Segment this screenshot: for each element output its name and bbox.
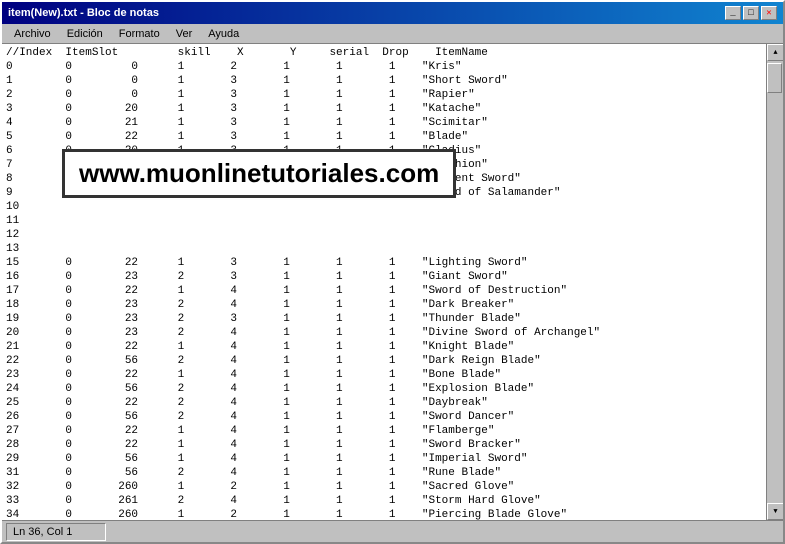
minimize-button[interactable]: _ bbox=[725, 6, 741, 20]
scroll-thumb[interactable] bbox=[767, 63, 782, 93]
menu-ayuda[interactable]: Ayuda bbox=[200, 26, 247, 42]
scrollbar[interactable]: ▲ ▼ bbox=[766, 44, 783, 520]
menu-archivo[interactable]: Archivo bbox=[6, 26, 59, 42]
watermark-text: www.muonlinetutoriales.com bbox=[79, 158, 439, 188]
status-text: Ln 36, Col 1 bbox=[13, 526, 72, 538]
menu-ver[interactable]: Ver bbox=[168, 26, 201, 42]
maximize-button[interactable]: □ bbox=[743, 6, 759, 20]
scroll-track[interactable] bbox=[767, 61, 783, 503]
status-bar: Ln 36, Col 1 bbox=[2, 520, 783, 542]
menu-formato[interactable]: Formato bbox=[111, 26, 168, 42]
title-bar-buttons: _ □ ✕ bbox=[725, 6, 777, 20]
scroll-up-button[interactable]: ▲ bbox=[767, 44, 783, 61]
close-button[interactable]: ✕ bbox=[761, 6, 777, 20]
text-editor[interactable]: //Index ItemSlot skill X Y serial Drop I… bbox=[2, 44, 766, 520]
scroll-down-button[interactable]: ▼ bbox=[767, 503, 783, 520]
watermark: www.muonlinetutoriales.com bbox=[62, 149, 456, 198]
content-area: //Index ItemSlot skill X Y serial Drop I… bbox=[2, 44, 783, 520]
main-window: item(New).txt - Bloc de notas _ □ ✕ Arch… bbox=[0, 0, 785, 544]
menu-bar: Archivo Edición Formato Ver Ayuda bbox=[2, 24, 783, 44]
editor-content-2: 15 0 22 1 3 1 1 1 "Lighting Sword" 16 0 … bbox=[6, 256, 762, 520]
window-title: item(New).txt - Bloc de notas bbox=[8, 7, 159, 19]
title-bar: item(New).txt - Bloc de notas _ □ ✕ bbox=[2, 2, 783, 24]
cursor-position: Ln 36, Col 1 bbox=[6, 523, 106, 541]
menu-edicion[interactable]: Edición bbox=[59, 26, 111, 42]
